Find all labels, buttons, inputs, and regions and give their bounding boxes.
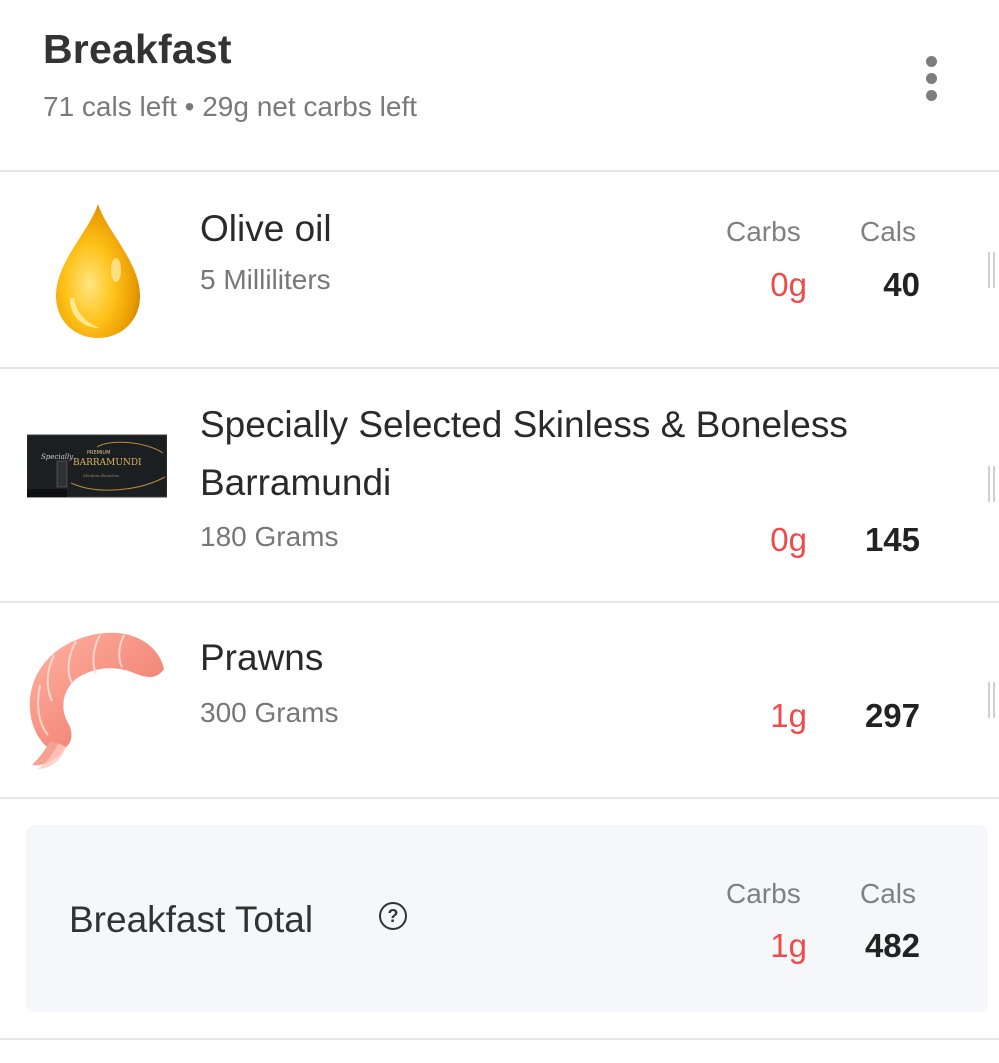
food-quantity: 5 Milliliters (200, 264, 331, 295)
cals-header: Cals (860, 878, 917, 909)
meal-total: Breakfast Total ? Carbs Cals 1g 482 (26, 825, 988, 1012)
total-label: Breakfast Total (69, 899, 314, 940)
food-row-barramundi[interactable]: Specially PREMIUM BARRAMUNDI Skinless Bo… (0, 369, 999, 603)
food-name: Prawns (200, 637, 324, 678)
svg-text:Skinless Boneless: Skinless Boneless (83, 473, 119, 478)
carbs-value: 1g (770, 697, 807, 734)
cals-value: 297 (864, 697, 920, 734)
meal-header: Breakfast 71 cals left • 29g net carbs l… (0, 0, 999, 172)
olive-oil-drop-icon (56, 204, 140, 338)
carbs-header: Carbs (726, 216, 801, 247)
barramundi-package-image: Specially PREMIUM BARRAMUNDI Skinless Bo… (27, 434, 167, 498)
carbs-header: Carbs (726, 878, 801, 909)
prawn-icon (29, 632, 165, 769)
food-quantity: 300 Grams (200, 697, 339, 728)
cals-header: Cals (860, 216, 917, 247)
carbs-value: 0g (770, 521, 807, 558)
meal-card: Breakfast 71 cals left • 29g net carbs l… (0, 0, 999, 1063)
total-cals-value: 482 (864, 927, 920, 964)
meal-title: Breakfast (43, 26, 232, 72)
food-name: Specially Selected Skinless & Boneless B… (200, 404, 848, 503)
menu-dot (925, 72, 937, 84)
meal-remaining-summary: 71 cals left • 29g net carbs left (43, 91, 418, 122)
drag-handle-icon[interactable] (988, 466, 999, 502)
bottom-divider (0, 1038, 999, 1040)
menu-dot (925, 89, 937, 101)
carbs-value: 0g (770, 266, 807, 303)
total-carbs-value: 1g (770, 927, 807, 964)
cals-value: 40 (883, 266, 920, 303)
food-quantity: 180 Grams (200, 521, 339, 552)
drag-handle-icon[interactable] (988, 682, 999, 718)
more-vertical-icon[interactable] (910, 50, 952, 106)
food-name: Olive oil (200, 208, 332, 249)
help-circle-icon[interactable]: ? (379, 902, 407, 930)
menu-dot (925, 55, 937, 67)
svg-text:PREMIUM: PREMIUM (87, 450, 110, 456)
food-row-olive-oil[interactable]: Olive oil 5 Milliliters Carbs Cals 0g 40 (0, 172, 999, 369)
svg-text:Specially: Specially (41, 453, 74, 461)
svg-text:BARRAMUNDI: BARRAMUNDI (73, 458, 142, 468)
cals-value: 145 (864, 521, 920, 558)
drag-handle-icon[interactable] (988, 252, 999, 288)
food-row-prawns[interactable]: Prawns 300 Grams 1g 297 (0, 603, 999, 799)
